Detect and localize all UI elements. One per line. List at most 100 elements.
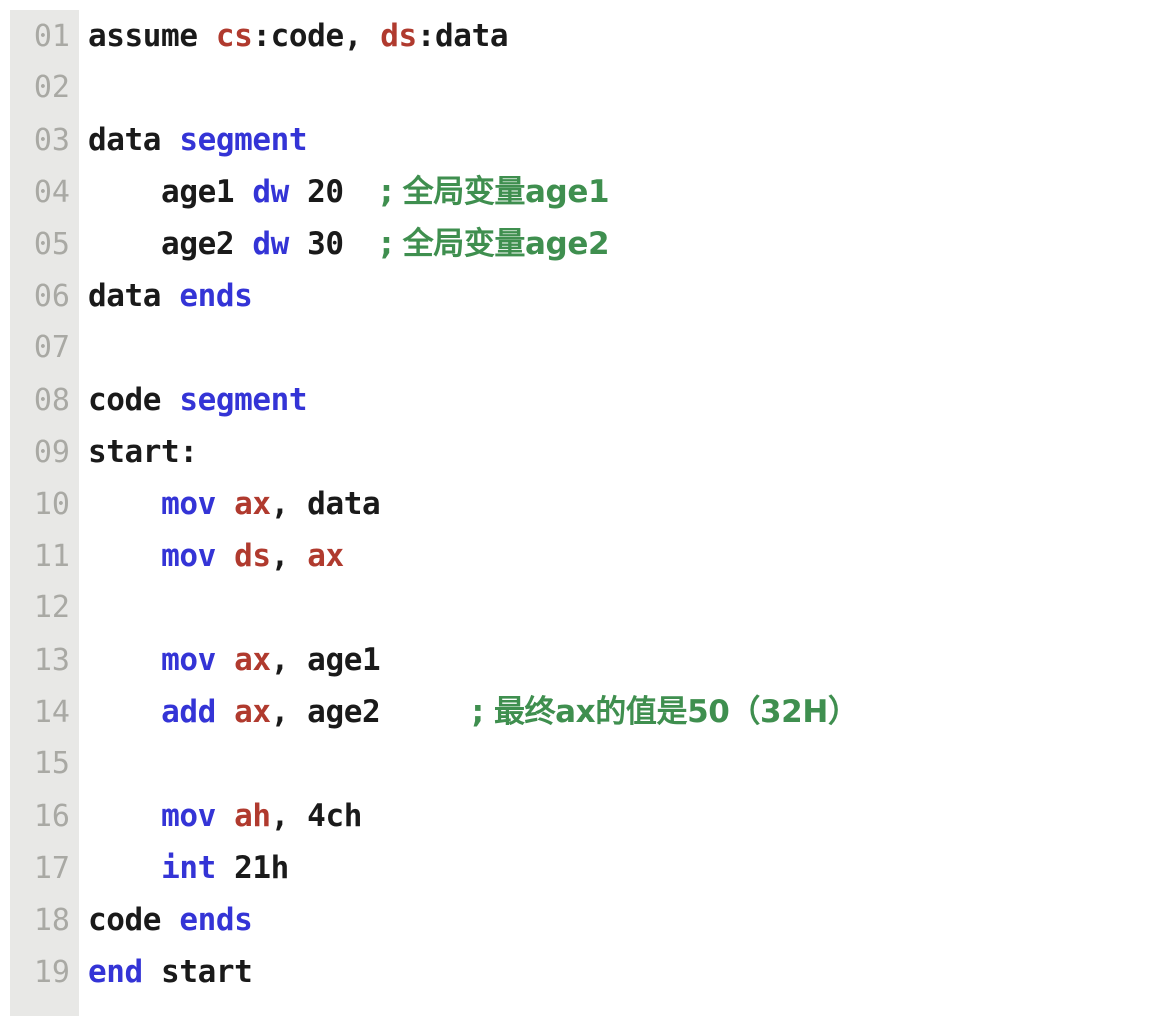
line-number: 19 <box>33 955 70 990</box>
code-token-plain: age2 <box>88 226 253 262</box>
code-line[interactable]: 06 data ends <box>0 270 1170 322</box>
code-token-plain: , 4ch <box>270 798 363 834</box>
code-line-content[interactable]: mov ah, 4ch <box>88 790 1170 842</box>
code-line-content[interactable]: code segment <box>88 374 1170 426</box>
code-line[interactable]: 17 int 21h <box>0 842 1170 894</box>
code-line-content[interactable]: age1 dw 20 ; 全局变量age1 <box>88 166 1170 218</box>
code-token-keyword: end <box>88 954 143 990</box>
line-number: 12 <box>33 590 70 625</box>
code-token-plain: start: <box>88 434 198 470</box>
code-line[interactable]: 08 code segment <box>0 374 1170 426</box>
code-token-keyword: mov <box>161 538 216 574</box>
line-number: 17 <box>33 851 70 886</box>
line-number: 05 <box>33 227 70 262</box>
line-number: 02 <box>33 70 70 105</box>
code-token-register: ax <box>234 694 271 730</box>
code-line[interactable]: 15 <box>0 738 1170 790</box>
code-line[interactable]: 12 <box>0 582 1170 634</box>
code-token-plain: :code, <box>252 18 381 54</box>
code-line[interactable]: 01 assume cs:code, ds:data <box>0 10 1170 62</box>
code-line[interactable]: 09 start: <box>0 426 1170 478</box>
code-token-register: cs <box>215 18 253 54</box>
code-token-register: ds <box>380 18 417 54</box>
code-token-plain: data <box>88 278 180 314</box>
code-line[interactable]: 11 mov ds, ax <box>0 530 1170 582</box>
code-token-plain: assume <box>88 18 216 54</box>
code-line-content[interactable]: end start <box>88 946 1170 998</box>
code-token-keyword: add <box>161 694 216 730</box>
line-number: 04 <box>33 175 70 210</box>
line-number: 18 <box>33 903 70 938</box>
line-number: 03 <box>33 123 70 158</box>
code-line[interactable]: 03 data segment <box>0 114 1170 166</box>
code-token-comment: ; 最终ax的值是50（32H） <box>471 694 859 730</box>
code-token-plain: 30 <box>288 226 381 262</box>
code-line-content[interactable]: add ax, age2 ; 最终ax的值是50（32H） <box>88 686 1170 738</box>
code-line-content[interactable]: start: <box>88 426 1170 478</box>
code-line[interactable]: 02 <box>0 62 1170 114</box>
code-token-plain: , age1 <box>270 642 381 678</box>
code-token-plain: 21h <box>215 850 289 886</box>
code-token-plain: 20 <box>288 174 381 210</box>
code-line[interactable]: 19 end start <box>0 946 1170 998</box>
code-line[interactable]: 13 mov ax, age1 <box>0 634 1170 686</box>
code-line[interactable]: 05 age2 dw 30 ; 全局变量age2 <box>0 218 1170 270</box>
code-line-content[interactable]: assume cs:code, ds:data <box>88 10 1170 62</box>
code-token-plain: data <box>88 122 180 158</box>
code-line-content[interactable]: int 21h <box>88 842 1170 894</box>
code-line-content[interactable]: data ends <box>88 270 1170 322</box>
code-line-content[interactable]: mov ax, data <box>88 478 1170 530</box>
code-token-keyword: dw <box>252 226 289 262</box>
code-line[interactable]: 16 mov ah, 4ch <box>0 790 1170 842</box>
line-number: 10 <box>33 487 70 522</box>
line-number: 15 <box>33 746 70 781</box>
code-line-content[interactable]: code ends <box>88 894 1170 946</box>
line-number: 11 <box>33 539 70 574</box>
code-line-content[interactable]: mov ax, age1 <box>88 634 1170 686</box>
code-token-comment: ; 全局变量age2 <box>380 226 610 262</box>
code-token-register: ds <box>234 538 271 574</box>
code-token-keyword: mov <box>161 798 216 834</box>
code-line-content[interactable]: data segment <box>88 114 1170 166</box>
code-line[interactable]: 14 add ax, age2 ; 最终ax的值是50（32H） <box>0 686 1170 738</box>
code-token-register: ax <box>234 486 271 522</box>
code-line-content[interactable]: age2 dw 30 ; 全局变量age2 <box>88 218 1170 270</box>
code-token-keyword: mov <box>161 486 216 522</box>
code-token-keyword: int <box>161 850 216 886</box>
code-line-content[interactable]: mov ds, ax <box>88 530 1170 582</box>
line-number: 07 <box>33 330 70 365</box>
code-editor[interactable]: 01 assume cs:code, ds:data 02 03 data segmen… <box>0 0 1170 1026</box>
code-token-plain: , age2 <box>270 694 472 730</box>
line-number: 01 <box>33 19 70 54</box>
code-token-keyword: mov <box>161 642 216 678</box>
code-token-keyword: ends <box>179 902 253 938</box>
code-token-register: ah <box>234 798 271 834</box>
code-token-register: ax <box>234 642 271 678</box>
code-line[interactable]: 18 code ends <box>0 894 1170 946</box>
code-token-plain: , <box>270 538 308 574</box>
code-token-register: ax <box>307 538 344 574</box>
code-token-plain: code <box>88 902 180 938</box>
code-token-keyword: segment <box>179 382 308 418</box>
code-line[interactable]: 10 mov ax, data <box>0 478 1170 530</box>
code-lines-container[interactable]: 01 assume cs:code, ds:data 02 03 data segmen… <box>0 10 1170 998</box>
code-token-plain: start <box>142 954 253 990</box>
code-line[interactable]: 04 age1 dw 20 ; 全局变量age1 <box>0 166 1170 218</box>
code-token-comment: ; 全局变量age1 <box>380 174 610 210</box>
line-number: 13 <box>33 643 70 678</box>
code-token-keyword: dw <box>252 174 289 210</box>
code-line[interactable]: 07 <box>0 322 1170 374</box>
code-token-plain: age1 <box>88 174 253 210</box>
line-number: 16 <box>33 799 70 834</box>
line-number: 14 <box>33 695 70 730</box>
